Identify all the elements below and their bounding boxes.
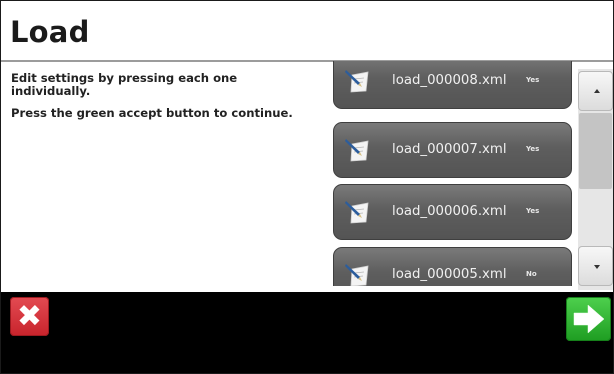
document-pen-icon xyxy=(345,139,369,162)
file-name: load_000005.xml xyxy=(392,267,507,282)
accept-button[interactable] xyxy=(566,297,611,341)
instructions: Edit settings by pressing each one indiv… xyxy=(11,72,311,129)
file-name: load_000006.xml xyxy=(392,204,507,219)
page-title: Load xyxy=(10,15,90,49)
file-name: load_000007.xml xyxy=(392,142,507,157)
file-flag: Yes xyxy=(526,76,540,84)
load-screen: Load Edit settings by pressing each one … xyxy=(0,0,614,374)
file-item[interactable]: load_000007.xml Yes xyxy=(333,122,572,178)
footer-bar: ✖ xyxy=(1,292,613,373)
file-name: load_000008.xml xyxy=(392,73,507,88)
arrow-right-icon xyxy=(573,304,605,334)
file-flag: Yes xyxy=(526,207,540,215)
instruction-text: Edit settings by pressing each one indiv… xyxy=(11,71,238,98)
document-pen-icon xyxy=(345,264,369,286)
cancel-button[interactable]: ✖ xyxy=(10,297,49,336)
document-pen-icon xyxy=(345,70,369,93)
scroll-up-button[interactable] xyxy=(578,71,613,111)
file-list: load_000008.xml Yes load_000007.xml Yes … xyxy=(333,61,573,286)
instruction-text: Press the green accept button to continu… xyxy=(11,106,293,120)
scroll-down-button[interactable] xyxy=(578,246,613,286)
file-flag: Yes xyxy=(526,145,540,153)
scroll-thumb[interactable] xyxy=(579,113,612,189)
file-item[interactable]: load_000008.xml Yes xyxy=(333,61,572,109)
arrow-down-icon xyxy=(594,265,600,269)
scrollbar[interactable] xyxy=(578,69,613,290)
file-item[interactable]: load_000005.xml No xyxy=(333,247,572,286)
file-item[interactable]: load_000006.xml Yes xyxy=(333,184,572,240)
close-icon: ✖ xyxy=(16,299,43,334)
document-pen-icon xyxy=(345,201,369,224)
file-flag: No xyxy=(526,270,537,278)
arrow-up-icon xyxy=(594,89,600,93)
